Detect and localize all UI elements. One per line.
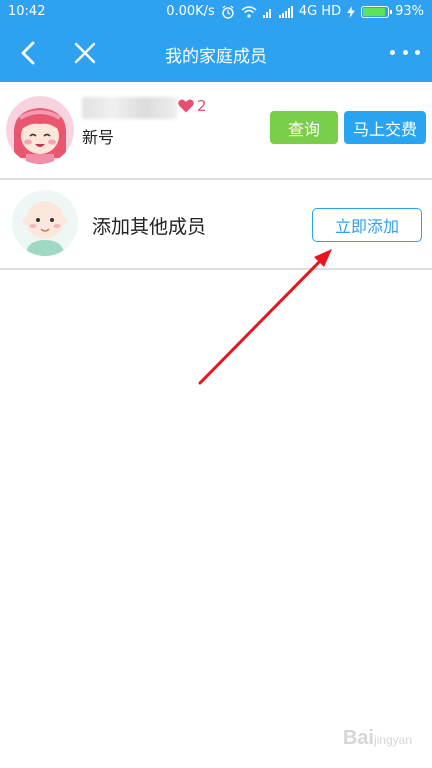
member-row[interactable]: 2 新号 查询 马上交费 [0, 82, 432, 178]
page-title: 我的家庭成员 [165, 47, 267, 67]
heart-count: 2 [197, 97, 207, 115]
signal-icon [278, 5, 293, 18]
heart-icon [178, 99, 194, 113]
add-member-label: 添加其他成员 [92, 216, 207, 238]
member-phone-redacted [82, 97, 177, 119]
girl-avatar-icon [6, 96, 74, 164]
alarm-icon [222, 5, 234, 19]
nav-bar: 我的家庭成员 [0, 24, 432, 82]
status-right: 0.00K/s 4G HD 93% [166, 4, 424, 19]
status-time: 10:42 [8, 4, 46, 19]
query-button[interactable]: 查询 [270, 111, 338, 144]
battery-percent: 93% [395, 4, 424, 19]
more-icon[interactable] [390, 42, 420, 62]
annotation-arrow [198, 249, 332, 385]
battery-icon [361, 5, 393, 18]
pay-now-button[interactable]: 马上交费 [344, 111, 426, 144]
network-type: 4G HD [298, 4, 342, 19]
baby-avatar-icon [12, 190, 78, 256]
signal-icon-1 [262, 8, 271, 18]
heart-badge: 2 [178, 97, 207, 115]
member-name: 新号 [82, 128, 115, 147]
add-now-button[interactable]: 立即添加 [312, 208, 422, 242]
app-screen: 10:42 0.00K/s 4G HD 93% 我的家庭成员 2 新号 查询 马… [0, 0, 432, 768]
charging-icon [347, 5, 356, 18]
watermark-logo: Baijingyan [342, 727, 412, 749]
status-bar: 10:42 0.00K/s 4G HD 93% [0, 0, 432, 24]
wifi-icon [241, 6, 257, 18]
network-speed: 0.00K/s [166, 4, 215, 19]
